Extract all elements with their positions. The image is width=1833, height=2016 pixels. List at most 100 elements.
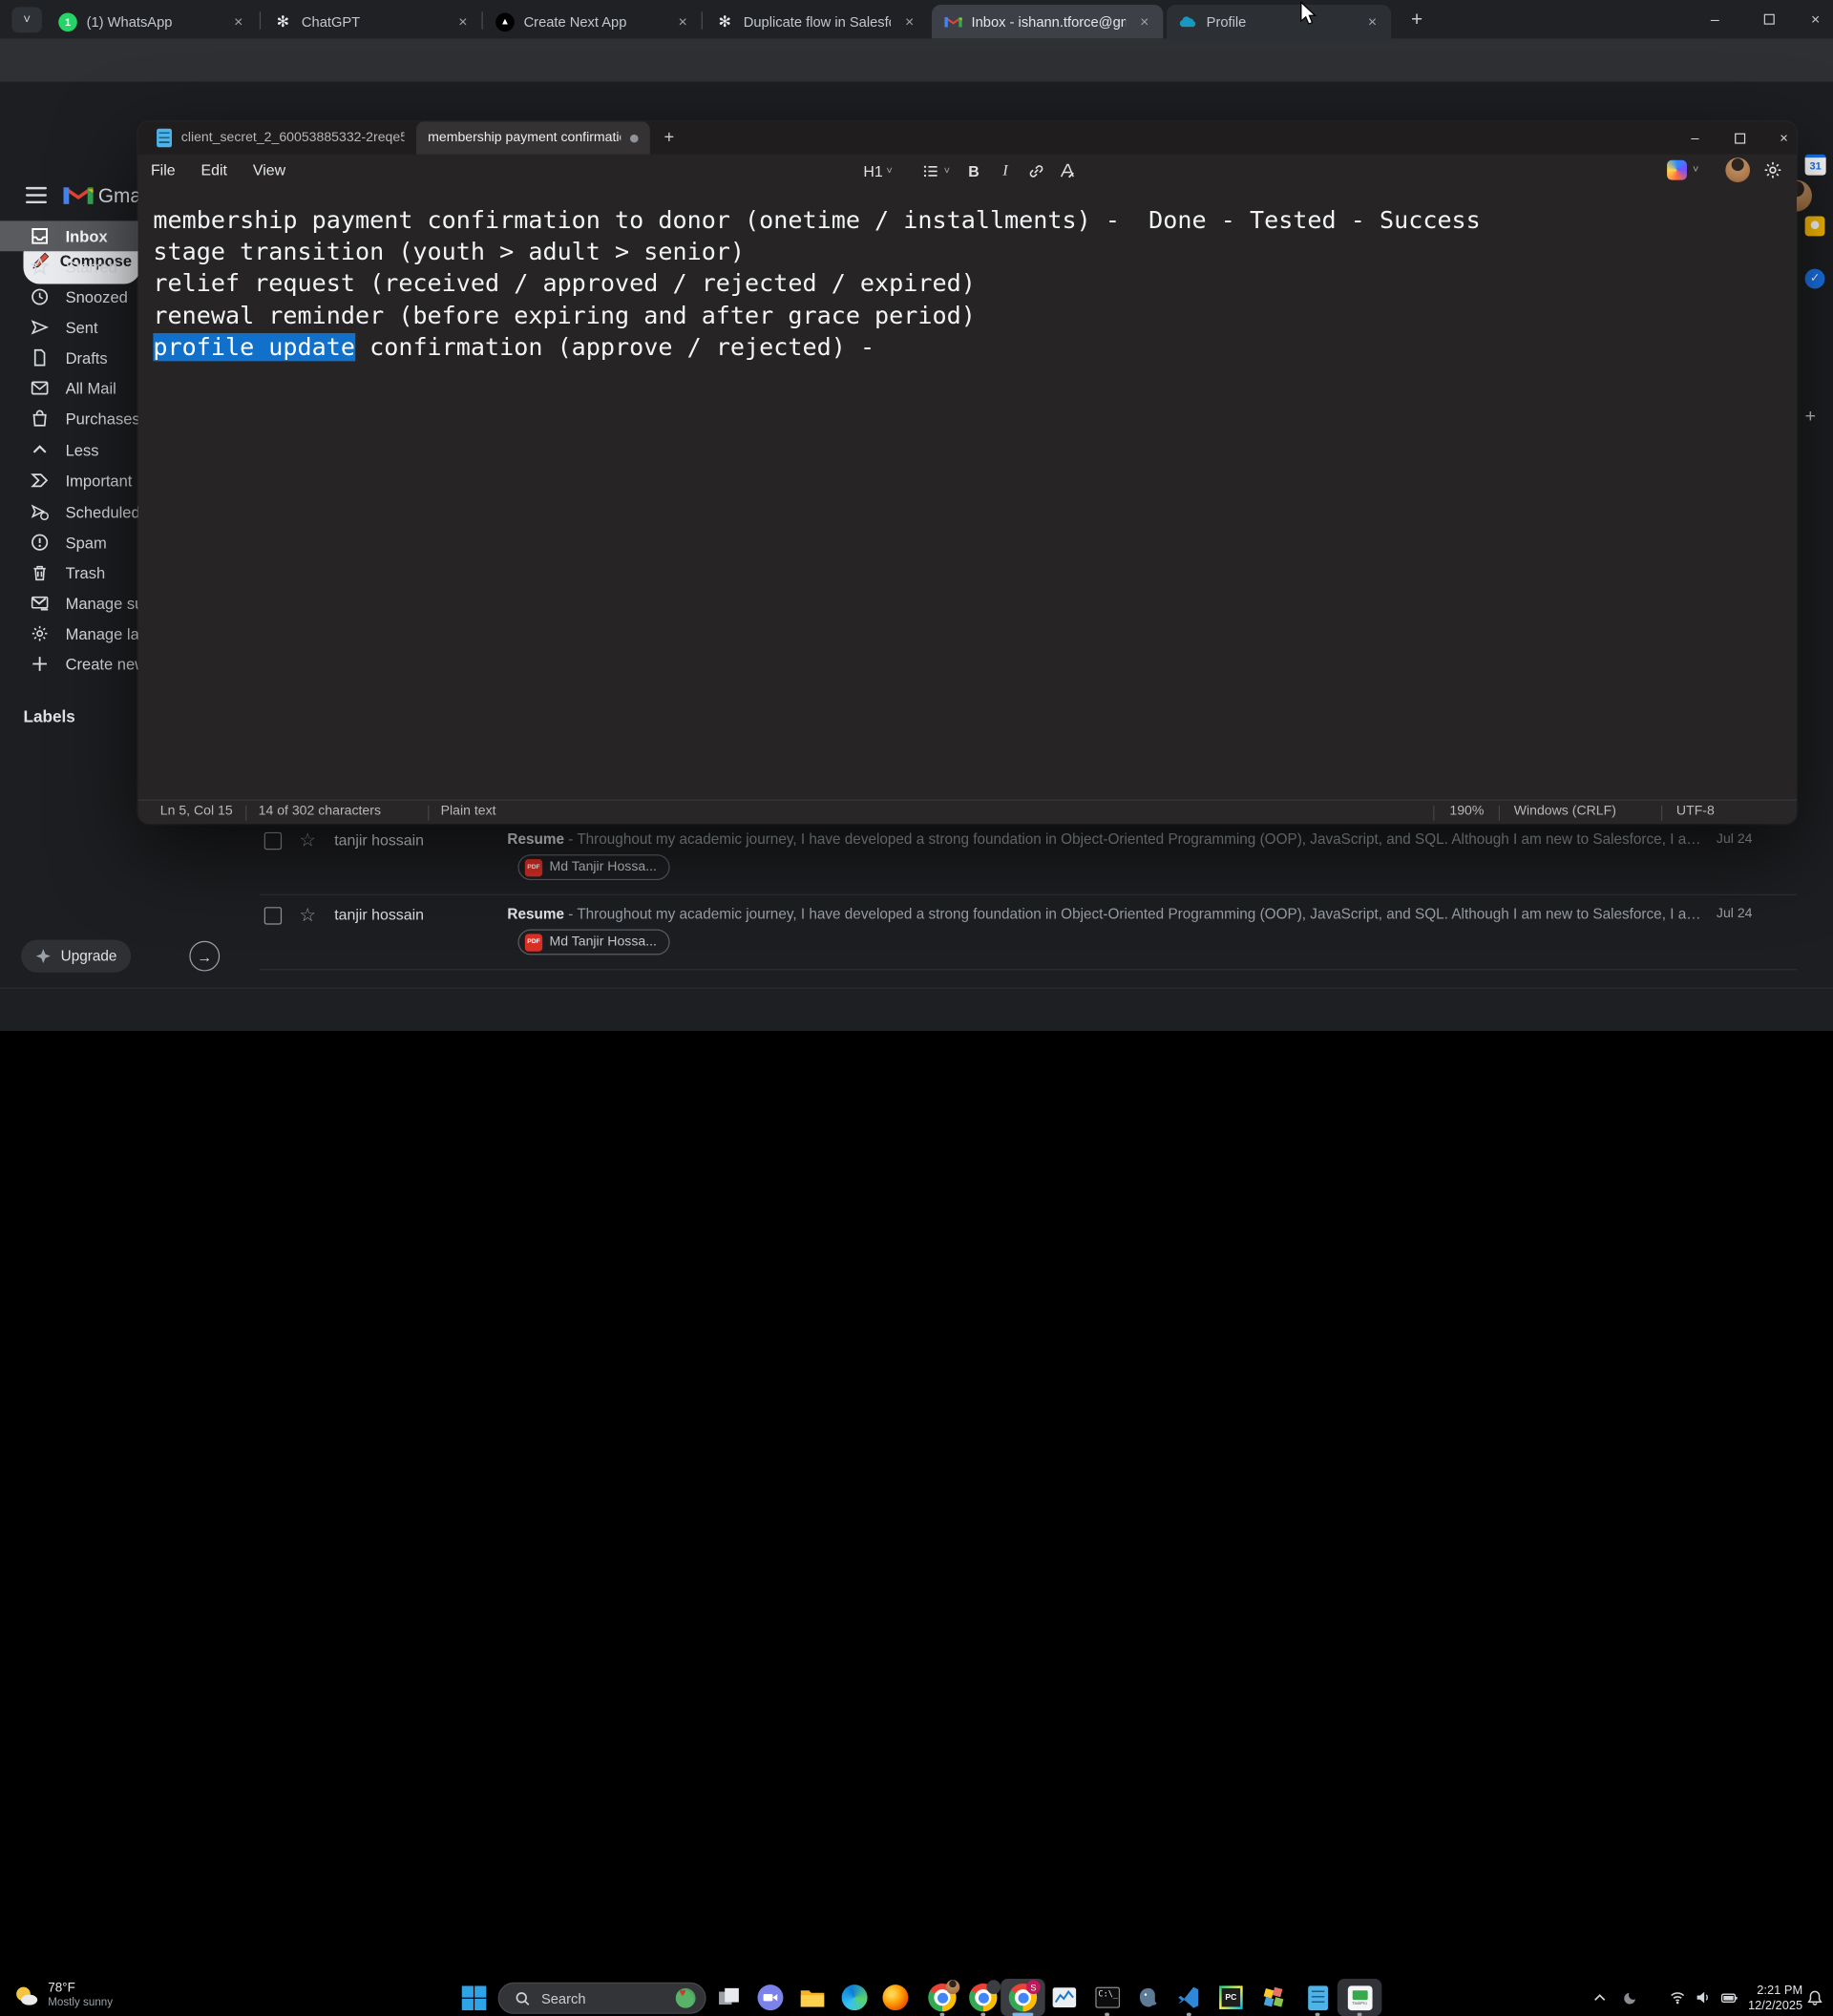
tab-close-icon[interactable]: ×	[1135, 12, 1154, 30]
edge-browser-button[interactable]	[839, 1983, 870, 2013]
window-minimize-button[interactable]: –	[1693, 0, 1738, 38]
browser-tab-whatsapp[interactable]: 1 (1) WhatsApp ×	[47, 5, 257, 39]
task-view-button[interactable]	[713, 1983, 744, 2013]
tab-close-icon[interactable]: ×	[229, 12, 248, 30]
menu-edit[interactable]: Edit	[188, 161, 240, 178]
chat-app-button[interactable]	[755, 1983, 786, 2013]
tab-close-icon[interactable]: ×	[1363, 12, 1382, 30]
notepad-close-button[interactable]: ×	[1761, 121, 1797, 154]
vscode-icon	[1178, 1986, 1199, 2008]
bold-button[interactable]: B	[959, 158, 987, 183]
notepad-app-button[interactable]	[1302, 1983, 1333, 2013]
sidebar-label: Inbox	[65, 227, 108, 245]
italic-button[interactable]: I	[991, 158, 1019, 183]
tasks-icon[interactable]: ✓	[1804, 268, 1825, 289]
editor-line: stage transition (youth > adult > senior…	[153, 237, 746, 266]
browser-tab-chatgpt[interactable]: ✻ ChatGPT ×	[262, 5, 481, 39]
chrome-profile2-button[interactable]	[968, 1980, 1001, 2013]
star-icon[interactable]: ☆	[299, 904, 316, 927]
chevron-down-icon[interactable]: ˅	[1693, 163, 1698, 175]
clock-date: 12/2/2025	[1747, 1998, 1803, 2013]
email-checkbox[interactable]	[263, 907, 283, 925]
email-checkbox[interactable]	[263, 831, 283, 850]
start-button[interactable]	[458, 1983, 489, 2013]
collapse-arrow-button[interactable]: →	[189, 940, 221, 972]
line-ending-type[interactable]: Windows (CRLF)	[1514, 804, 1616, 818]
menu-view[interactable]: View	[240, 161, 298, 178]
notepad-account-avatar[interactable]	[1725, 158, 1751, 183]
star-icon[interactable]: ☆	[299, 829, 316, 851]
notepad-new-tab-button[interactable]: +	[664, 127, 675, 147]
copilot-icon[interactable]	[1667, 159, 1687, 180]
vscode-button[interactable]	[1173, 1983, 1204, 2013]
menu-file[interactable]: File	[137, 161, 188, 178]
calendar-icon[interactable]: 31	[1804, 154, 1826, 176]
tab-search-button[interactable]: ˅	[11, 7, 43, 33]
taskbar-weather-widget[interactable]: 78°F Mostly sunny	[11, 1982, 113, 2011]
notepad-maximize-button[interactable]	[1717, 121, 1762, 154]
tab-close-icon[interactable]: ×	[453, 12, 473, 30]
heading-style-button[interactable]: H1 ˅	[853, 158, 902, 183]
chrome-profile1-button[interactable]	[927, 1980, 960, 2013]
window-close-button[interactable]: ×	[1793, 0, 1833, 38]
tab-close-icon[interactable]: ×	[673, 12, 692, 30]
notepad-minimize-button[interactable]: –	[1673, 121, 1717, 154]
browser-tab-gmail-inbox-active[interactable]: Inbox - ishann.tforce@gmail.co ×	[931, 4, 1164, 39]
notepad-tab-membership-active[interactable]: membership payment confirmation	[415, 121, 650, 155]
tab-title: ChatGPT	[301, 13, 361, 31]
postgresql-button[interactable]	[1133, 1983, 1164, 2013]
firefox-browser-button[interactable]	[880, 1983, 911, 2013]
taskpro-app-button[interactable]: TaskPro	[1344, 1983, 1375, 2013]
sidebar-label: All Mail	[65, 379, 116, 397]
insert-link-button[interactable]	[1022, 158, 1049, 183]
upgrade-button[interactable]: Upgrade	[21, 939, 132, 973]
taskbar-clock[interactable]: 2:21 PM 12/2/2025	[1748, 1984, 1802, 2014]
email-row[interactable]: ☆ tanjir hossain Resume - Throughout my …	[259, 899, 1798, 971]
attachment-chip[interactable]: PDF Md Tanjir Hossa...	[517, 854, 670, 881]
notifications-bell-icon[interactable]	[1806, 1989, 1823, 2006]
window-maximize-button[interactable]	[1746, 0, 1791, 38]
character-count: 14 of 302 characters	[258, 804, 381, 819]
tab-close-icon[interactable]: ×	[900, 12, 919, 30]
list-button[interactable]: ˅	[912, 158, 960, 183]
command-prompt-button[interactable]: C:\_	[1092, 1983, 1123, 2013]
search-highlight-image: ♥	[675, 1987, 696, 2008]
wifi-icon[interactable]	[1670, 1989, 1686, 2006]
tray-moon-icon[interactable]	[1623, 1989, 1639, 2006]
get-addons-plus-icon[interactable]: +	[1805, 407, 1816, 428]
profile-badge-dark	[986, 1980, 1001, 1994]
chrome-profile3-active-button[interactable]: S	[1008, 1980, 1041, 2013]
keep-notes-icon[interactable]	[1804, 216, 1825, 237]
attachment-chip[interactable]: PDF Md Tanjir Hossa...	[517, 929, 670, 956]
encoding[interactable]: UTF-8	[1676, 804, 1715, 818]
tab-title: Create Next App	[523, 13, 627, 31]
taskbar-search-box[interactable]: Search ♥	[497, 1982, 706, 2014]
email-sender: tanjir hossain	[334, 830, 425, 849]
desktop-screen: ˅ 1 (1) WhatsApp × ✻ ChatGPT × ▲ Create …	[0, 0, 1833, 2016]
clear-formatting-button[interactable]	[1052, 158, 1080, 183]
battery-icon[interactable]	[1720, 1989, 1738, 2006]
labels-heading: Labels	[23, 706, 75, 726]
task-manager-button[interactable]	[1048, 1983, 1079, 2013]
browser-tab-profile[interactable]: Profile ×	[1167, 4, 1392, 39]
browser-tab-create-next-app[interactable]: ▲ Create Next App ×	[484, 5, 702, 39]
notepad-settings-gear-icon[interactable]	[1763, 160, 1783, 180]
file-explorer-button[interactable]	[797, 1983, 828, 2013]
subject-separator: -	[563, 905, 578, 923]
browser-tab-salesforce-flow[interactable]: ✻ Duplicate flow in Salesforce ×	[704, 5, 928, 39]
attachment-name: Md Tanjir Hossa...	[549, 934, 657, 950]
plus-icon	[31, 655, 50, 674]
volume-icon[interactable]	[1696, 1989, 1712, 2006]
color-pinwheel-app-button[interactable]	[1258, 1983, 1289, 2013]
sidebar-label: Drafts	[65, 348, 108, 367]
email-row[interactable]: ☆ tanjir hossain Resume - Throughout my …	[259, 824, 1798, 895]
zoom-level[interactable]: 190%	[1449, 804, 1484, 818]
notepad-tab-client-secret[interactable]: client_secret_2_60053885332-2reqe52rribc	[145, 121, 416, 154]
editor-line: membership payment confirmation to donor…	[153, 205, 1481, 234]
pycharm-button[interactable]: PC	[1215, 1983, 1246, 2013]
main-menu-hamburger-icon[interactable]	[25, 186, 47, 204]
weather-desc: Mostly sunny	[48, 1996, 114, 2009]
hidden-icons-chevron-icon[interactable]	[1592, 1990, 1608, 2006]
notepad-editor[interactable]: membership payment confirmation to donor…	[137, 186, 1797, 800]
new-tab-button[interactable]: +	[1402, 6, 1430, 33]
